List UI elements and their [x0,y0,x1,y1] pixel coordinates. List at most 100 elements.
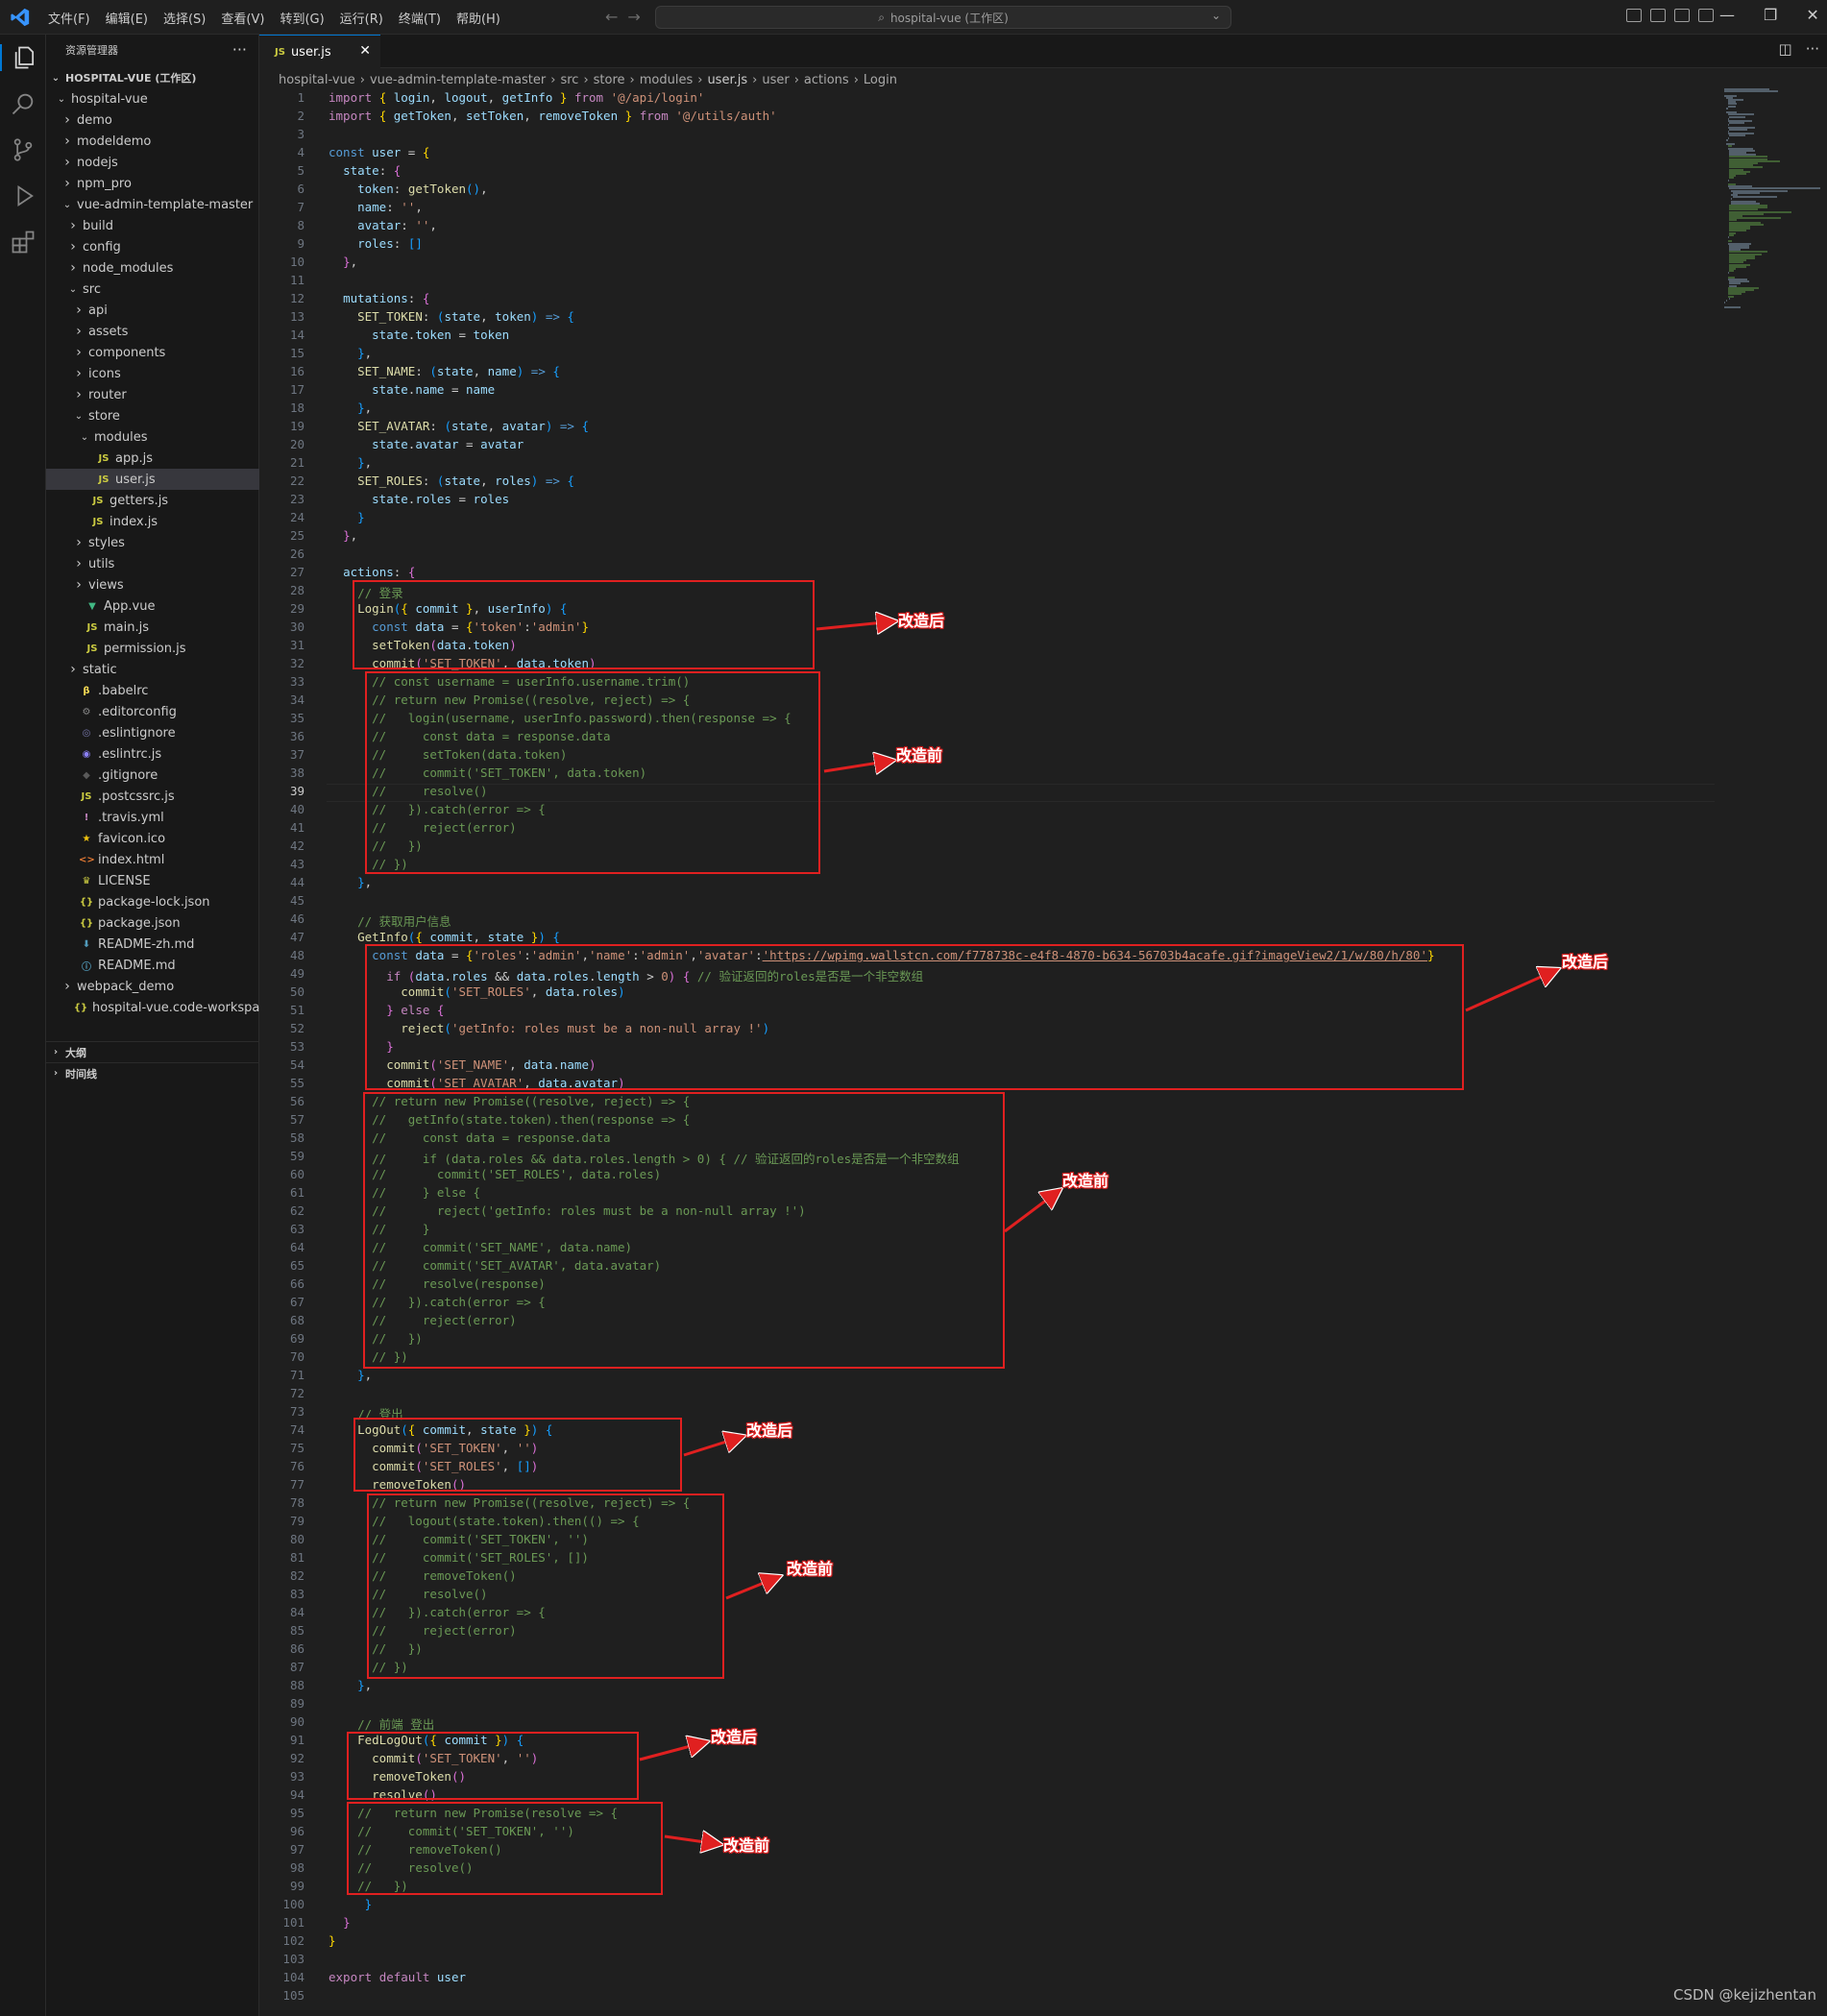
breadcrumb-item[interactable]: actions [804,73,849,87]
menu-item[interactable]: 选择(S) [156,9,213,27]
tree-folder[interactable]: › router [46,384,259,405]
code-line[interactable]: const user = { [329,145,429,159]
tree-folder[interactable]: › config [46,236,259,257]
code-line[interactable]: } [329,1933,336,1948]
code-line[interactable]: // 前端 登出 [329,1714,434,1733]
extensions-icon[interactable] [10,229,37,255]
tree-folder[interactable]: › modeldemo [46,131,259,152]
menu-item[interactable]: 编辑(E) [98,9,156,27]
code-line[interactable]: import { getToken, setToken, removeToken… [329,109,777,123]
tree-folder[interactable]: › icons [46,363,259,384]
timeline-section[interactable]: › 时间线 [46,1062,259,1083]
tree-file[interactable]: <> index.html [46,849,259,870]
code-line[interactable]: token: getToken(), [329,182,488,196]
code-line[interactable]: export default user [329,1970,466,1984]
chevron-down-icon[interactable]: ⌄ [1211,9,1221,22]
tree-file[interactable]: JS index.js [46,511,259,532]
command-center[interactable]: ⌕ hospital-vue (工作区) ⌄ [655,6,1231,29]
tree-folder[interactable]: › webpack_demo [46,976,259,997]
tree-file[interactable]: ▼ App.vue [46,595,259,617]
code-line[interactable]: mutations: { [329,291,429,305]
tree-file[interactable]: {} package.json [46,912,259,934]
breadcrumb-item[interactable]: user.js [707,73,747,87]
tree-folder[interactable]: › nodejs [46,152,259,173]
nav-arrows[interactable]: ←→ [605,8,650,26]
tree-file[interactable]: JS getters.js [46,490,259,511]
breadcrumb-item[interactable]: user [762,73,789,87]
code-line[interactable]: state.avatar = avatar [329,437,524,451]
tree-file[interactable]: ♛ LICENSE [46,870,259,891]
more-actions-icon[interactable]: ··· [1806,40,1819,58]
customize-layout-icon[interactable] [1698,9,1714,22]
split-editor-icon[interactable]: ◫ [1779,40,1792,58]
breadcrumb-item[interactable]: store [594,73,625,87]
code-line[interactable]: SET_ROLES: (state, roles) => { [329,474,574,488]
tree-file[interactable]: ★ favicon.ico [46,828,259,849]
code-line[interactable]: import { login, logout, getInfo } from '… [329,90,704,105]
toggle-panel-icon[interactable] [1650,9,1666,22]
explorer-icon[interactable] [0,44,46,71]
code-line[interactable]: } [329,1915,351,1930]
tree-folder[interactable]: › static [46,659,259,680]
tree-file[interactable]: JS app.js [46,448,259,469]
restore-icon[interactable]: ❐ [1764,6,1777,24]
tree-file[interactable]: ⓘ README.md [46,955,259,976]
tree-folder[interactable]: ⌄ vue-admin-template-master [46,194,259,215]
tree-folder[interactable]: › utils [46,553,259,574]
close-window-icon[interactable]: ✕ [1806,6,1818,24]
code-line[interactable]: state.name = name [329,382,495,397]
tab-user-js[interactable]: JS user.js ✕ [259,35,380,68]
code-line[interactable]: GetInfo({ commit, state }) { [329,930,560,944]
code-line[interactable]: SET_AVATAR: (state, avatar) => { [329,419,589,433]
menu-item[interactable]: 文件(F) [40,9,98,27]
code-line[interactable]: } [329,510,365,524]
menu-item[interactable]: 终端(T) [391,9,449,27]
toggle-secondary-sidebar-icon[interactable] [1674,9,1690,22]
code-line[interactable]: name: '', [329,200,423,214]
menu-item[interactable]: 转到(G) [272,9,331,27]
menu-item[interactable]: 运行(R) [332,9,391,27]
code-line[interactable]: }, [329,346,372,360]
outline-section[interactable]: › 大纲 [46,1041,259,1062]
code-line[interactable]: }, [329,528,357,543]
code-line[interactable]: actions: { [329,565,415,579]
code-line[interactable]: }, [329,1678,372,1692]
tree-file[interactable]: ◆ .gitignore [46,765,259,786]
tree-folder[interactable]: › api [46,300,259,321]
code-line[interactable]: }, [329,255,357,269]
toggle-sidebar-icon[interactable] [1626,9,1642,22]
minimize-icon[interactable]: — [1719,6,1735,24]
run-debug-icon[interactable] [10,182,37,209]
tree-file[interactable]: ⚙ .editorconfig [46,701,259,722]
code-line[interactable]: state: { [329,163,401,178]
tree-folder[interactable]: ⌄ src [46,279,259,300]
code-line[interactable]: SET_NAME: (state, name) => { [329,364,560,378]
tree-folder[interactable]: › styles [46,532,259,553]
tree-folder[interactable]: ⌄ modules [46,426,259,448]
code-line[interactable]: }, [329,401,372,415]
code-line[interactable]: state.token = token [329,328,509,342]
breadcrumb-item[interactable]: modules [640,73,694,87]
code-line[interactable]: }, [329,875,372,889]
menu-item[interactable]: 帮助(H) [449,9,508,27]
tree-folder[interactable]: › node_modules [46,257,259,279]
code-line[interactable]: avatar: '', [329,218,437,232]
breadcrumb-item[interactable]: hospital-vue [279,73,355,87]
breadcrumb-item[interactable]: src [560,73,578,87]
code-line[interactable]: // 获取用户信息 [329,911,451,930]
breadcrumb-item[interactable]: vue-admin-template-master [370,73,546,87]
tree-file[interactable]: JS .postcssrc.js [46,786,259,807]
tree-file[interactable]: ! .travis.yml [46,807,259,828]
tree-file[interactable]: JS user.js [46,469,259,490]
breadcrumb-item[interactable]: Login [864,73,897,87]
tree-folder[interactable]: › views [46,574,259,595]
code-line[interactable]: }, [329,455,372,470]
tree-folder[interactable]: › components [46,342,259,363]
more-actions-icon[interactable]: ··· [232,40,247,59]
tree-folder[interactable]: › assets [46,321,259,342]
tree-folder[interactable]: ⌄ HOSPITAL-VUE (工作区) [46,67,259,88]
code-line[interactable]: state.roles = roles [329,492,509,506]
source-control-icon[interactable] [10,136,37,163]
close-icon[interactable]: ✕ [359,43,371,59]
minimap[interactable] [1724,88,1821,338]
